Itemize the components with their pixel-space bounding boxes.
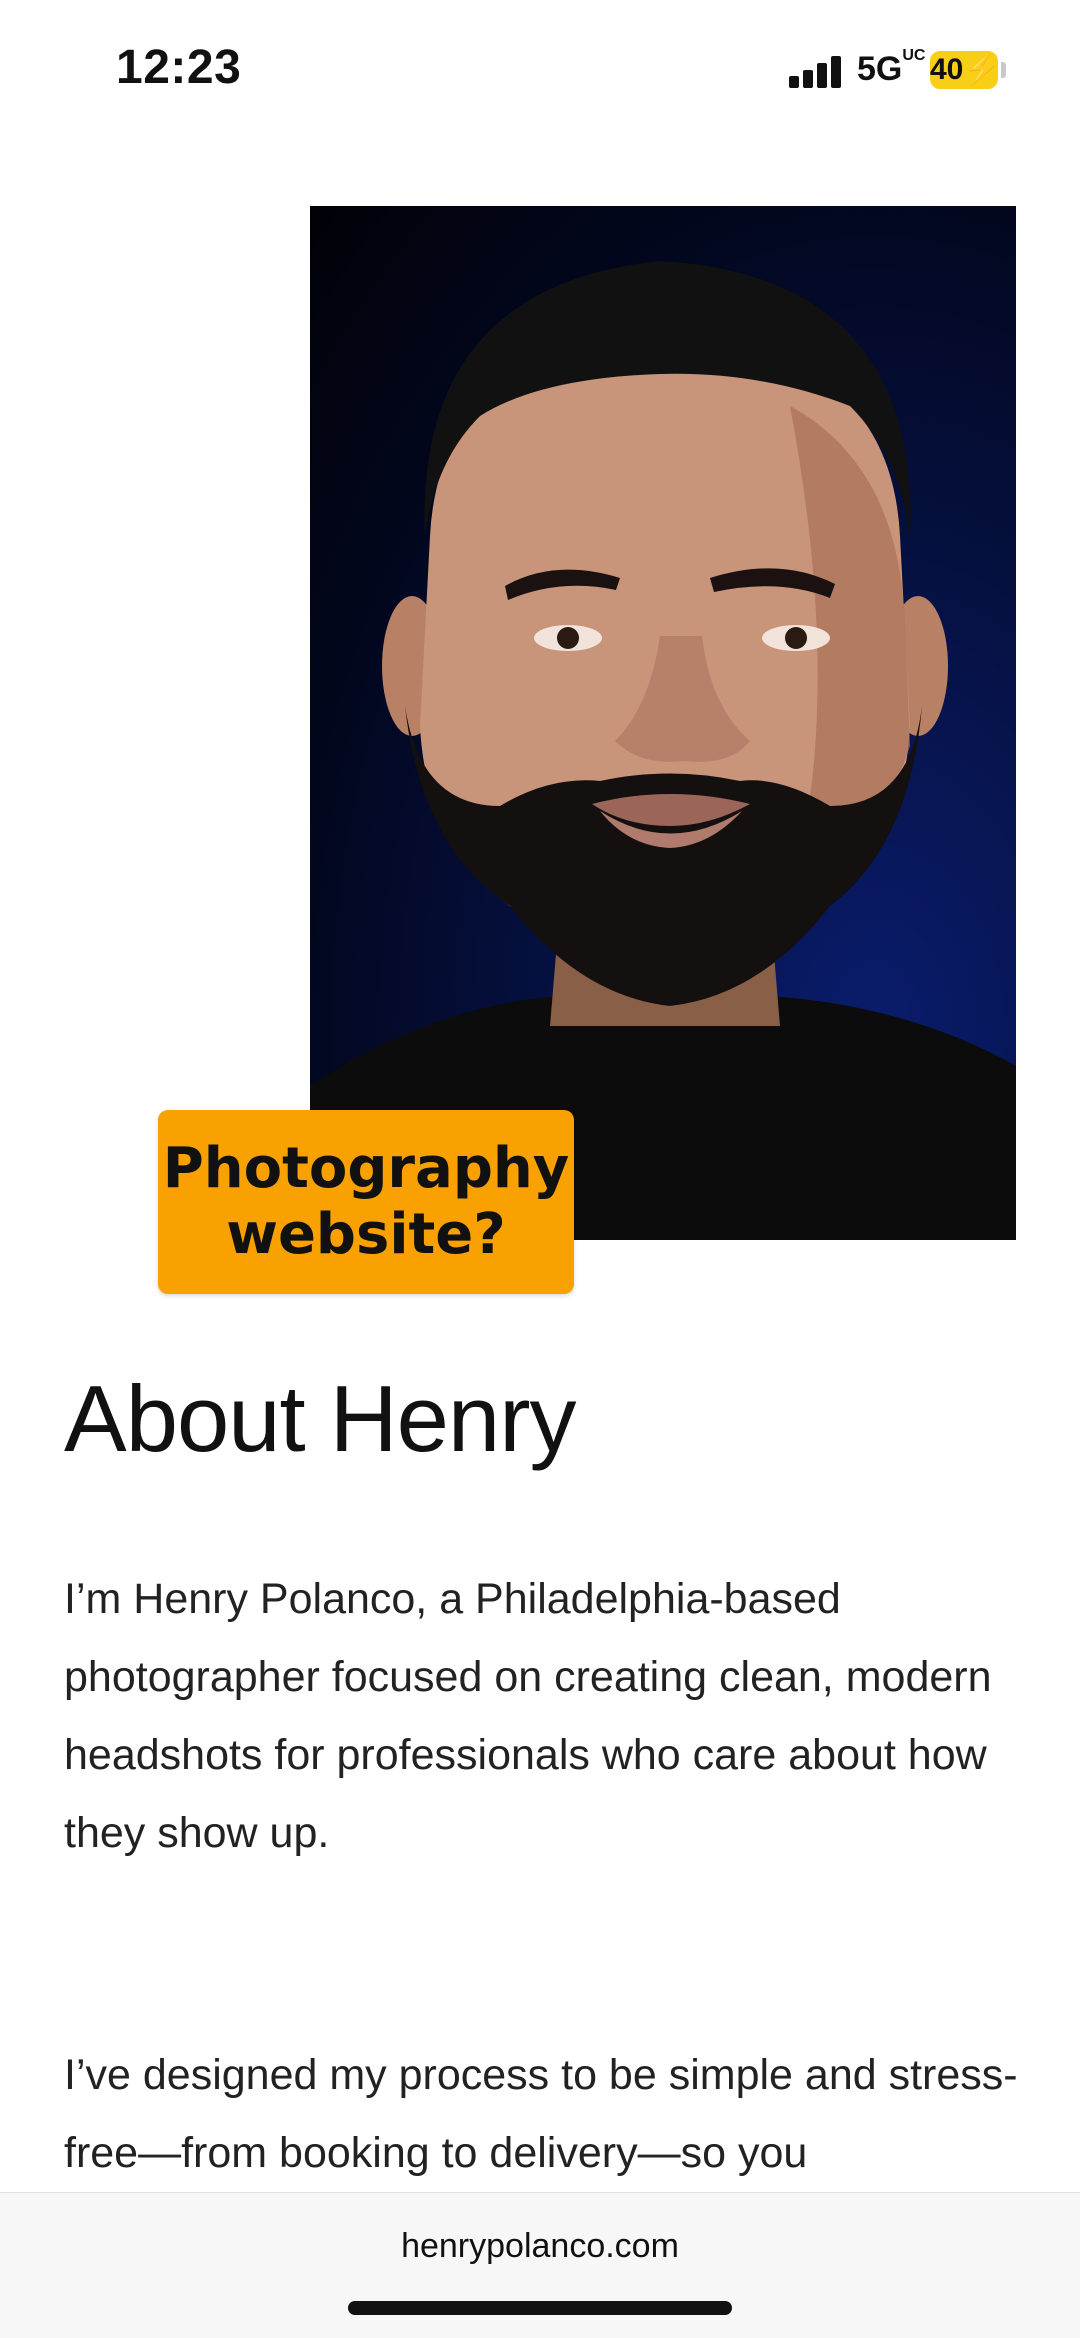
photography-website-label: Photography website?	[158, 1110, 574, 1294]
battery-icon: 40⚡	[930, 51, 1001, 89]
network-suffix: UC	[902, 47, 926, 64]
home-indicator[interactable]	[348, 2301, 732, 2315]
about-paragraph-2: I’ve designed my process to be simple an…	[64, 2051, 1018, 2177]
portrait-illustration	[310, 261, 1016, 1240]
status-bar: 12:23 5GUC 40⚡	[0, 0, 1080, 140]
status-time: 12:23	[116, 41, 242, 94]
battery-level: 40	[930, 53, 964, 86]
network-indicator: 5GUC	[857, 47, 926, 89]
about-heading: About Henry	[64, 1366, 577, 1471]
cellular-signal-icon	[789, 54, 841, 88]
browser-address-bar[interactable]: henrypolanco.com	[0, 2192, 1080, 2338]
url-text[interactable]: henrypolanco.com	[0, 2227, 1080, 2266]
portrait-photo	[310, 206, 1016, 1240]
network-label: 5G	[857, 50, 903, 88]
about-paragraph-1: I’m Henry Polanco, a Philadelphia-based …	[64, 1575, 992, 1857]
battery-tip	[1001, 62, 1006, 78]
